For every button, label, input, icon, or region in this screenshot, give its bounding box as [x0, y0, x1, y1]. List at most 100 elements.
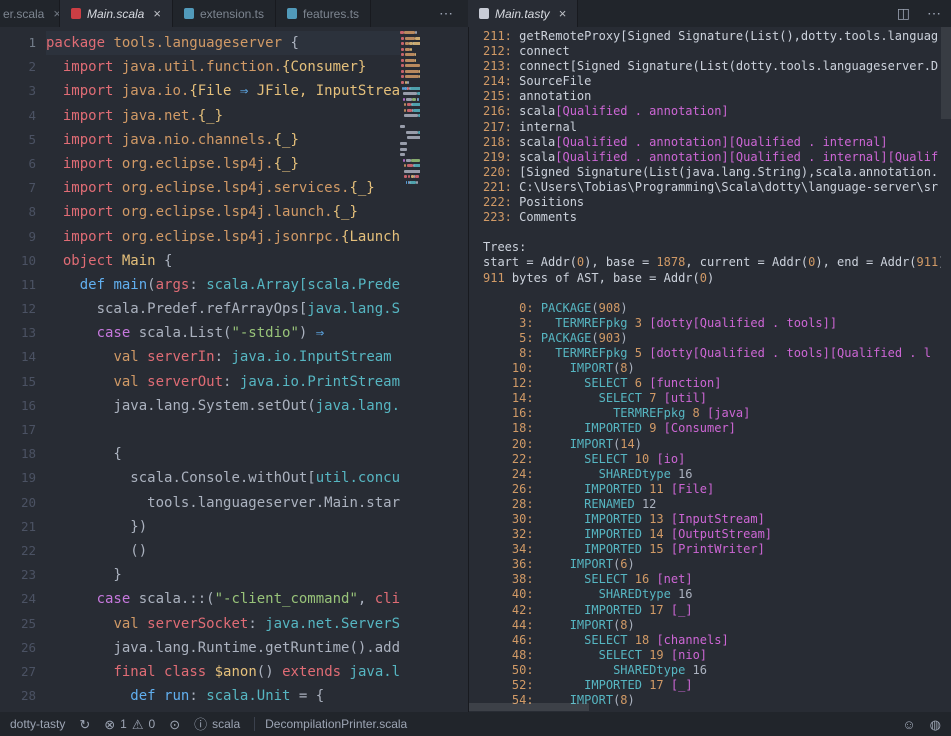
code-line[interactable]: 8 import org.eclipse.lsp4j.launch.{_}: [0, 200, 400, 224]
tasty-name-line[interactable]: 222: Positions: [483, 195, 941, 210]
code-line[interactable]: 9 import org.eclipse.lsp4j.jsonrpc.{Laun…: [0, 225, 400, 249]
horizontal-scrollbar-thumb[interactable]: [469, 703, 589, 711]
tasty-tree-line[interactable]: 16: TERMREFpkg 8 [java]: [483, 406, 941, 421]
code-line[interactable]: 12 scala.Predef.refArrayOps[java.lang.St…: [0, 297, 400, 321]
tasty-tree-line[interactable]: 30: IMPORTED 13 [InputStream]: [483, 512, 941, 527]
status-feedback[interactable]: ☺: [902, 718, 915, 731]
tasty-name-line[interactable]: 218: scala[Qualified . annotation][Quali…: [483, 135, 941, 150]
tasty-tree-line[interactable]: 12: SELECT 6 [function]: [483, 376, 941, 391]
tasty-name-line[interactable]: 211: getRemoteProxy[Signed Signature(Lis…: [483, 29, 941, 44]
code-line[interactable]: 19 scala.Console.withOut[util.concurr: [0, 466, 400, 490]
tasty-tree-line[interactable]: 24: SHAREDtype 16: [483, 467, 941, 482]
code-line[interactable]: 28 def run: scala.Unit = {: [0, 684, 400, 708]
minimap[interactable]: [400, 27, 420, 712]
tasty-header-line[interactable]: start = Addr(0), base = 1878, current = …: [483, 255, 941, 270]
code-line[interactable]: 3 import java.io.{File ⇒ JFile, InputStr…: [0, 79, 400, 103]
tasty-tree-line[interactable]: 40: SHAREDtype 16: [483, 587, 941, 602]
vertical-scrollbar-thumb[interactable]: [941, 27, 951, 119]
tasty-header-line[interactable]: Trees:: [483, 240, 941, 255]
tasty-name-line[interactable]: 215: annotation: [483, 89, 941, 104]
tasty-tree-line[interactable]: 42: IMPORTED 17 [_]: [483, 603, 941, 618]
tasty-tree-line[interactable]: 48: SELECT 19 [nio]: [483, 648, 941, 663]
more-actions-icon[interactable]: ⋯: [927, 0, 941, 27]
tasty-name-line[interactable]: 214: SourceFile: [483, 74, 941, 89]
tasty-tree-line[interactable]: 36: IMPORT(6): [483, 557, 941, 572]
code-line[interactable]: 26 java.lang.Runtime.getRuntime().addSh: [0, 636, 400, 660]
status-notifications[interactable]: ◍: [930, 718, 941, 731]
code-line[interactable]: 20 tools.languageserver.Main.startS: [0, 491, 400, 515]
line-number: 9: [0, 225, 36, 249]
status-ports[interactable]: ⊙: [169, 718, 180, 731]
code-line[interactable]: 21 }): [0, 515, 400, 539]
code-line[interactable]: 17: [0, 418, 400, 442]
tasty-tree-line[interactable]: 3: TERMREFpkg 3 [dotty[Qualified . tools…: [483, 316, 941, 331]
tasty-tree-line[interactable]: 46: SELECT 18 [channels]: [483, 633, 941, 648]
tasty-tree-line[interactable]: 8: TERMREFpkg 5 [dotty[Qualified . tools…: [483, 346, 941, 361]
tasty-tree-line[interactable]: 50: SHAREDtype 16: [483, 663, 941, 678]
tab-main-scala[interactable]: Main.scala×: [60, 0, 173, 27]
tasty-tree-line[interactable]: 34: IMPORTED 15 [PrintWriter]: [483, 542, 941, 557]
tasty-tree-line[interactable]: 0: PACKAGE(908): [483, 301, 941, 316]
tab-close-icon[interactable]: ×: [153, 7, 161, 20]
code-line[interactable]: 24 case scala.::("-client_command", clie…: [0, 587, 400, 611]
blank-line[interactable]: [483, 286, 941, 301]
code-line[interactable]: 5 import java.nio.channels.{_}: [0, 128, 400, 152]
tab-close-icon[interactable]: ×: [559, 7, 567, 20]
code-line[interactable]: 10 object Main {: [0, 249, 400, 273]
code-line[interactable]: 27 final class $anon() extends java.l: [0, 660, 400, 684]
tasty-name-line[interactable]: 221: C:\Users\Tobias\Programming\Scala\d…: [483, 180, 941, 195]
tasty-tree-line[interactable]: 18: IMPORTED 9 [Consumer]: [483, 421, 941, 436]
editor-area: 1package tools.languageserver {2 import …: [0, 27, 951, 712]
tab-extension-ts[interactable]: extension.ts: [173, 0, 276, 27]
minimap-mark: [418, 98, 420, 101]
code-line[interactable]: 16 java.lang.System.setOut(java.lang.Sy: [0, 394, 400, 418]
tasty-tree-line[interactable]: 10: IMPORT(8): [483, 361, 941, 376]
tab-close-icon[interactable]: ×: [53, 7, 60, 20]
status-active-file[interactable]: DecompilationPrinter.scala: [254, 717, 407, 731]
tasty-tree-line[interactable]: 22: SELECT 10 [io]: [483, 452, 941, 467]
code-line[interactable]: 2 import java.util.function.{Consumer}: [0, 55, 400, 79]
status-problems[interactable]: ⊗1⚠0: [104, 717, 155, 731]
problems-label: 0: [149, 717, 156, 731]
code-line[interactable]: 4 import java.net.{_}: [0, 104, 400, 128]
tasty-tree-line[interactable]: 52: IMPORTED 17 [_]: [483, 678, 941, 693]
tab-features-ts[interactable]: features.ts: [276, 0, 371, 27]
code-line[interactable]: 6 import org.eclipse.lsp4j.{_}: [0, 152, 400, 176]
code-line[interactable]: 22 (): [0, 539, 400, 563]
tasty-name-line[interactable]: 212: connect: [483, 44, 941, 59]
code-line[interactable]: 7 import org.eclipse.lsp4j.services.{_}: [0, 176, 400, 200]
split-editor-icon[interactable]: ◫: [897, 0, 910, 27]
tab-er-scala[interactable]: er.scala×: [0, 0, 60, 27]
code-line[interactable]: 15 val serverOut: java.io.PrintStream =: [0, 370, 400, 394]
tasty-tree-line[interactable]: 5: PACKAGE(903): [483, 331, 941, 346]
tasty-tree-line[interactable]: 20: IMPORT(14): [483, 437, 941, 452]
code-line[interactable]: 14 val serverIn: java.io.InputStream =: [0, 345, 400, 369]
tasty-name-line[interactable]: 217: internal: [483, 120, 941, 135]
tab-main-tasty[interactable]: Main.tasty×: [468, 0, 578, 27]
status-language-mode[interactable]: ⓘscala: [194, 717, 240, 731]
status-git-branch[interactable]: dotty-tasty: [10, 717, 65, 731]
tasty-tree-line[interactable]: 38: SELECT 16 [net]: [483, 572, 941, 587]
code-line[interactable]: 18 {: [0, 442, 400, 466]
more-actions-icon[interactable]: ⋯: [439, 0, 453, 27]
tasty-name-line[interactable]: 213: connect[Signed Signature(List(dotty…: [483, 59, 941, 74]
code-line[interactable]: 11 def main(args: scala.Array[scala.Pred…: [0, 273, 400, 297]
tasty-header-line[interactable]: 911 bytes of AST, base = Addr(0): [483, 271, 941, 286]
tasty-tree-line[interactable]: 28: RENAMED 12: [483, 497, 941, 512]
tasty-tree-line[interactable]: 26: IMPORTED 11 [File]: [483, 482, 941, 497]
code-line[interactable]: 25 val serverSocket: java.net.ServerSoc: [0, 612, 400, 636]
tasty-name-line[interactable]: 220: [Signed Signature(List(java.lang.St…: [483, 165, 941, 180]
code-line[interactable]: 1package tools.languageserver {: [0, 31, 400, 55]
tasty-name-line[interactable]: 219: scala[Qualified . annotation][Quali…: [483, 150, 941, 165]
tasty-tree-line[interactable]: 44: IMPORT(8): [483, 618, 941, 633]
tasty-tree-line[interactable]: 32: IMPORTED 14 [OutputStream]: [483, 527, 941, 542]
tasty-name-line[interactable]: 223: Comments: [483, 210, 941, 225]
tasty-tree-line[interactable]: 14: SELECT 7 [util]: [483, 391, 941, 406]
vertical-scrollbar[interactable]: [941, 27, 951, 712]
status-sync[interactable]: ↻: [79, 718, 90, 731]
code-line[interactable]: 13 case scala.List("-stdio") ⇒: [0, 321, 400, 345]
blank-line[interactable]: [483, 225, 941, 240]
horizontal-scrollbar[interactable]: [469, 703, 941, 711]
tasty-name-line[interactable]: 216: scala[Qualified . annotation]: [483, 104, 941, 119]
code-line[interactable]: 23 }: [0, 563, 400, 587]
